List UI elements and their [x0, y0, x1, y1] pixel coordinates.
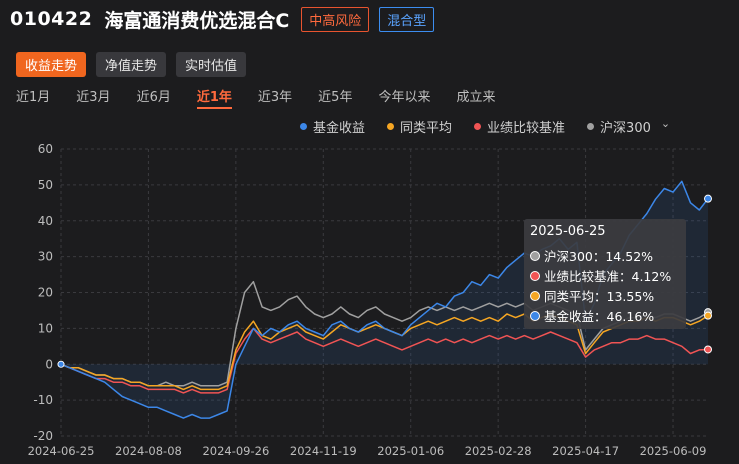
tooltip-value: 业绩比较基准：4.12%	[544, 269, 672, 284]
end-point-marker	[704, 345, 712, 354]
legend-dot-icon	[474, 123, 482, 130]
legend-label: 同类平均	[400, 121, 453, 136]
chart-tooltip: 2025-06-25 沪深300：14.52% 业绩比较基准：4.12% 同类平…	[524, 219, 686, 329]
end-point-marker	[704, 308, 712, 317]
x-tick-label: 2025-02-28	[465, 444, 532, 458]
series-line-2	[60, 327, 709, 394]
tooltip-row-csi300: 沪深300：14.52%	[530, 246, 653, 265]
tooltip-row-benchmark: 业绩比较基准：4.12%	[530, 266, 671, 285]
start-point-marker	[57, 360, 65, 368]
tooltip-value: 基金收益：46.16%	[544, 309, 655, 324]
x-tick-label: 2024-11-19	[290, 444, 357, 458]
y-axis: 60 50 40 30 20 10 0 -10 -20	[33, 142, 53, 443]
tooltip-row-fund: 基金收益：46.16%	[530, 306, 654, 325]
y-tick-label: -20	[33, 429, 53, 443]
tab-6-months[interactable]: 近6月	[137, 86, 171, 105]
x-tick-label: 2025-01-06	[377, 444, 444, 458]
legend-item-csi300[interactable]: 沪深300	[587, 117, 651, 136]
return-trend-button[interactable]: 收益走势	[16, 52, 87, 77]
y-tick-label: 30	[38, 250, 53, 264]
legend-label: 基金收益	[313, 121, 366, 136]
end-point-marker	[704, 311, 712, 320]
risk-level-badge[interactable]: 中高风险	[301, 6, 370, 32]
tooltip-value: 同类平均：13.55%	[544, 289, 655, 304]
legend-dot-icon	[587, 123, 595, 130]
y-tick-label: 50	[38, 178, 53, 192]
legend-item-fund[interactable]: 基金收益	[300, 117, 365, 136]
legend-label: 业绩比较基准	[487, 121, 566, 136]
y-tick-label: 20	[38, 286, 53, 300]
period-tabs: 近1月 近3月 近6月 近1年 近3年 近5年 今年以来 成立来	[16, 86, 521, 109]
nav-trend-button[interactable]: 净值走势	[96, 52, 167, 77]
tab-since-inception[interactable]: 成立来	[456, 86, 495, 105]
x-tick-label: 2024-09-26	[202, 444, 269, 458]
x-tick-label: 2025-04-17	[552, 444, 619, 458]
legend-dot-icon	[387, 123, 395, 130]
tooltip-dot-icon	[530, 310, 540, 321]
x-tick-label: 2025-06-09	[640, 444, 707, 458]
x-tick-label: 2024-08-08	[115, 444, 182, 458]
tab-3-months[interactable]: 近3月	[76, 86, 110, 105]
start-point-marker	[57, 360, 65, 368]
tab-1-month[interactable]: 近1月	[16, 86, 50, 105]
y-tick-label: 10	[38, 321, 53, 335]
tooltip-date: 2025-06-25	[530, 224, 606, 239]
tooltip-value: 沪深300：14.52%	[544, 249, 654, 264]
tooltip-dot-icon	[530, 290, 540, 301]
y-tick-label: 60	[38, 142, 53, 156]
realtime-estimate-button[interactable]: 实时估值	[176, 52, 247, 77]
tooltip-row-peer-average: 同类平均：13.55%	[530, 286, 654, 305]
chart-legend: 基金收益 同类平均 业绩比较基准 沪深300 ⌄	[300, 117, 670, 136]
tab-3-years[interactable]: 近3年	[258, 86, 292, 105]
title-bar: 010422 海富通消费优选混合C 中高风险 混合型	[0, 0, 739, 38]
view-toggle-group: 收益走势 净值走势 实时估值	[16, 52, 247, 77]
legend-label: 沪深300	[600, 121, 651, 136]
x-axis: 2024-06-25 2024-08-08 2024-09-26 2024-11-19…	[28, 444, 707, 458]
fund-type-badge[interactable]: 混合型	[379, 6, 435, 32]
end-point-marker	[704, 194, 712, 203]
legend-dot-icon	[300, 123, 307, 130]
tooltip-dot-icon	[530, 270, 540, 281]
tab-ytd[interactable]: 今年以来	[378, 86, 430, 105]
start-point-marker	[57, 360, 65, 368]
legend-item-peer-average[interactable]: 同类平均	[387, 117, 452, 136]
tab-5-years[interactable]: 近5年	[318, 86, 352, 105]
y-tick-label: 40	[38, 214, 53, 228]
fund-code: 010422	[10, 8, 93, 30]
fund-name: 海富通消费优选混合C	[104, 9, 290, 32]
y-tick-label: 0	[45, 357, 53, 371]
tab-1-year[interactable]: 近1年	[196, 86, 232, 109]
legend-item-benchmark[interactable]: 业绩比较基准	[474, 117, 565, 136]
tooltip-dot-icon	[530, 250, 540, 261]
chevron-down-icon[interactable]: ⌄	[661, 117, 670, 136]
y-tick-label: -10	[33, 393, 53, 407]
start-point-marker	[57, 360, 65, 368]
x-tick-label: 2024-06-25	[28, 444, 95, 458]
